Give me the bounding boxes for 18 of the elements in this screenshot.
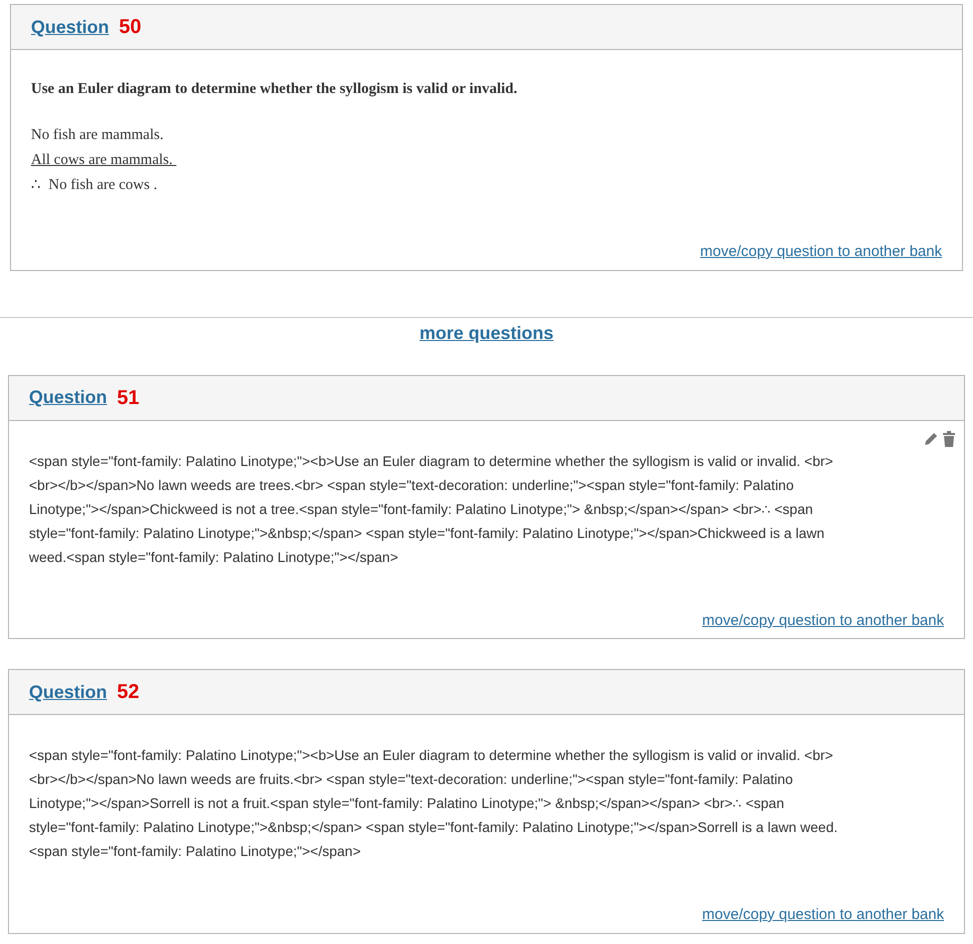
move-copy-link[interactable]: move/copy question to another bank xyxy=(702,610,944,632)
question-number: 50 xyxy=(119,15,142,40)
instruction-text: Use an Euler diagram to determine whether the syllogism is valid or invalid. xyxy=(31,81,518,97)
trash-icon[interactable] xyxy=(942,430,956,446)
move-copy-link[interactable]: move/copy question to another bank xyxy=(702,904,944,926)
more-questions-link[interactable]: more questions xyxy=(419,320,554,346)
pencil-icon[interactable] xyxy=(923,430,939,446)
question-text: <span style="font-family: Palatino Linotype;"><b>Use an Euler diagram to determine whether the syllogism is valid or invalid. <br><br></b></span>No lawn weeds are trees.<br> <span style="text-decoration: underline;"><span style="font-family: Palatino Linotype;"></span>Chickweed is not a tree.<span style="font-family: Palatino Linotype;"> &nbsp;</span></span> <br>∴ <span style="font-family: Palatino Linotype;">&nbsp;</span> <span style="font-family: Palatino Linotype;"></span>Chickweed is a lawn weed.<span style="font-family: Palatino Linotype;"></span> xyxy=(29,452,834,567)
question-number: 52 xyxy=(117,680,140,705)
question-link[interactable]: Question xyxy=(31,14,110,40)
question-text: <span style="font-family: Palatino Linotype;"><b>Use an Euler diagram to determine whether the syllogism is valid or invalid. <br><br></b></span>No lawn weeds are fruits.<br> <span style="text-decoration: underline;"><span style="font-family: Palatino Linotype;"></span>Sorrell is not a fruit.<span style="font-family: Palatino Linotype;"> &nbsp;</span></span> <br>∴ <span style="font-family: Palatino Linotype;">&nbsp;</span> <span style="font-family: Palatino Linotype;"></span>Sorrell is a lawn weed.<span style="font-family: Palatino Linotype;"></span> xyxy=(29,746,839,861)
conclusion-text: ∴ No fish are cows . xyxy=(31,176,158,192)
premise-text: No fish are mammals. xyxy=(31,126,164,142)
premise-text: All cows are mammals. xyxy=(31,152,174,168)
question-link[interactable]: Question xyxy=(29,384,108,411)
question-number: 51 xyxy=(117,386,140,410)
question-link[interactable]: Question xyxy=(29,678,108,706)
move-copy-link[interactable]: move/copy question to another bank xyxy=(700,241,942,264)
